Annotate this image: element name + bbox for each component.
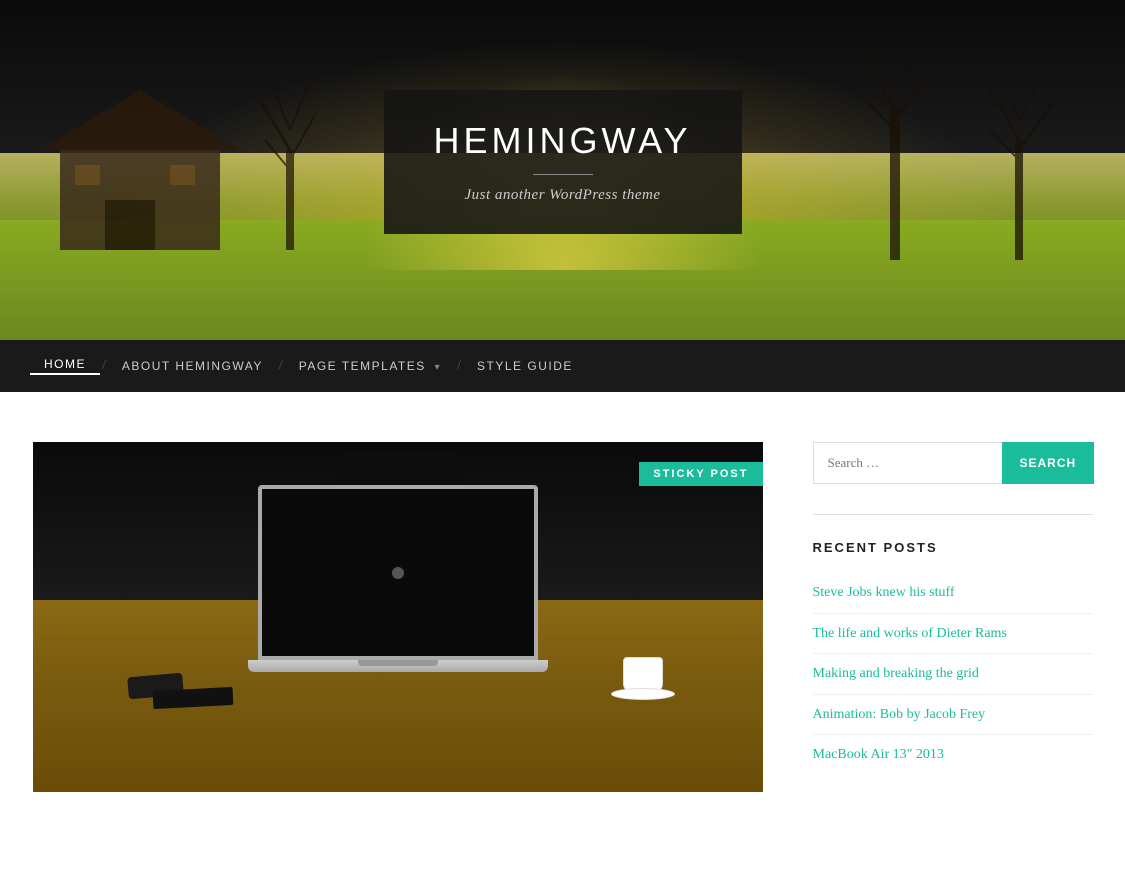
recent-post-link-4[interactable]: Animation: Bob by Jacob Frey [813, 707, 986, 722]
nav-separator-3: / [455, 358, 463, 374]
sidebar: SEARCH RECENT POSTS Steve Jobs knew his … [813, 442, 1093, 775]
nav-list: HOME / ABOUT HEMINGWAY / PAGE TEMPLATES … [30, 357, 587, 375]
hero-image: HEMINGWAY Just another WordPress theme [0, 0, 1125, 340]
site-subtitle: Just another WordPress theme [434, 187, 692, 204]
nav-separator-2: / [277, 358, 285, 374]
nav-link-about[interactable]: ABOUT HEMINGWAY [108, 359, 277, 373]
sidebar-divider [813, 514, 1093, 515]
laptop-base [248, 660, 548, 672]
hero-title-box: HEMINGWAY Just another WordPress theme [384, 90, 742, 234]
recent-post-link-3[interactable]: Making and breaking the grid [813, 666, 979, 681]
nav-item-about[interactable]: ABOUT HEMINGWAY [108, 359, 277, 373]
content-area: STICKY POST [33, 442, 763, 792]
sticky-post-badge: STICKY POST [639, 462, 762, 486]
dropdown-arrow-icon: ▾ [435, 362, 442, 373]
post-featured-image: STICKY POST [33, 442, 763, 792]
site-title: HEMINGWAY [434, 120, 692, 162]
recent-post-link-1[interactable]: Steve Jobs knew his stuff [813, 585, 955, 600]
nav-link-templates-label: PAGE TEMPLATES [299, 359, 426, 373]
nav-link-home[interactable]: HOME [30, 357, 100, 375]
recent-posts-heading: RECENT POSTS [813, 540, 1093, 555]
site-title-part2: WAY [602, 120, 692, 161]
nav-separator-1: / [100, 358, 108, 374]
nav-item-style[interactable]: STYLE GUIDE [463, 359, 587, 373]
list-item: The life and works of Dieter Rams [813, 614, 1093, 655]
list-item: Animation: Bob by Jacob Frey [813, 695, 1093, 736]
list-item: Steve Jobs knew his stuff [813, 573, 1093, 614]
hero-header: HEMINGWAY Just another WordPress theme H… [0, 0, 1125, 392]
list-item: Making and breaking the grid [813, 654, 1093, 695]
hero-title-divider [533, 174, 593, 175]
coffee-saucer-icon [611, 688, 675, 700]
trees-right-icon [855, 20, 1075, 260]
recent-posts-widget: RECENT POSTS Steve Jobs knew his stuff T… [813, 540, 1093, 775]
recent-posts-list: Steve Jobs knew his stuff The life and w… [813, 573, 1093, 775]
site-title-part1: HEMING [434, 120, 602, 161]
nav-link-templates[interactable]: PAGE TEMPLATES ▾ [285, 359, 455, 373]
nav-item-home[interactable]: HOME [30, 357, 100, 375]
search-widget: SEARCH [813, 442, 1093, 484]
nav-link-style[interactable]: STYLE GUIDE [463, 359, 587, 373]
post-card: STICKY POST [33, 442, 763, 792]
search-input[interactable] [813, 442, 1002, 484]
recent-post-link-5[interactable]: MacBook Air 13" 2013 [813, 747, 944, 762]
recent-post-link-2[interactable]: The life and works of Dieter Rams [813, 626, 1007, 641]
main-nav: HOME / ABOUT HEMINGWAY / PAGE TEMPLATES … [0, 340, 1125, 392]
laptop-icon [258, 485, 538, 672]
search-button[interactable]: SEARCH [1002, 442, 1095, 484]
laptop-screen [258, 485, 538, 660]
nav-item-templates[interactable]: PAGE TEMPLATES ▾ [285, 359, 455, 373]
coffee-cup-icon [623, 657, 663, 692]
main-container: STICKY POST SEARCH RECENT POSTS Steve Jo… [13, 392, 1113, 832]
trees-left-icon [250, 70, 330, 250]
list-item: MacBook Air 13" 2013 [813, 735, 1093, 775]
barn-left-icon [40, 60, 260, 260]
